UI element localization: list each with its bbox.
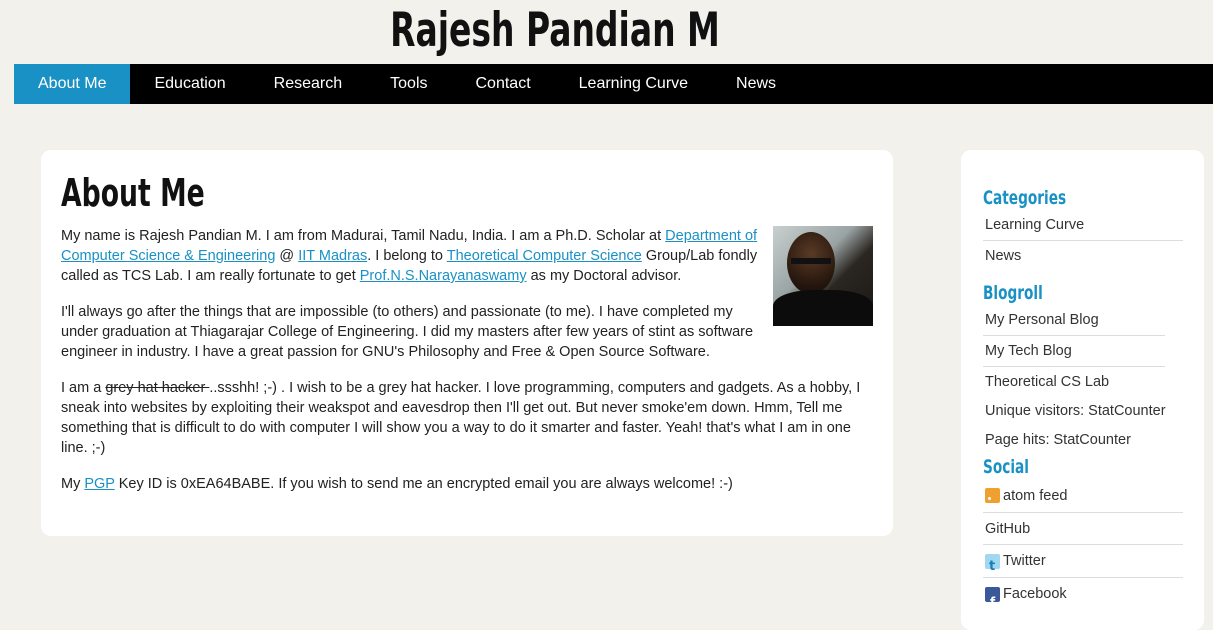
facebook-icon: [985, 586, 1000, 617]
tcs-link[interactable]: Theoretical Computer Science: [447, 248, 642, 264]
pgp-link[interactable]: PGP: [84, 476, 114, 492]
nav-item-tools[interactable]: Tools: [366, 64, 451, 104]
blogroll-personal-blog[interactable]: My Personal Blog: [983, 305, 1165, 336]
atom-feed-label: atom feed: [1003, 487, 1068, 504]
about-content: My name is Rajesh Pandian M. I am from M…: [61, 226, 873, 510]
categories-heading: Categories: [983, 187, 1067, 209]
facebook-label: Facebook: [1003, 586, 1067, 602]
rss-icon: [985, 488, 1000, 503]
iit-madras-link[interactable]: IIT Madras: [298, 248, 367, 264]
site-title[interactable]: Rajesh Pandian M: [122, 2, 988, 60]
blogroll-tech-blog[interactable]: My Tech Blog: [983, 336, 1165, 367]
blogroll-tcs-lab[interactable]: Theoretical CS Lab: [983, 367, 1165, 397]
profile-photo-shirt: [773, 290, 873, 326]
main-navigation: About Me Education Research Tools Contac…: [14, 64, 1213, 104]
social-github[interactable]: GitHub: [983, 513, 1183, 545]
sidebar: Categories Learning Curve News Blogroll …: [961, 150, 1204, 630]
intro-text-1: My name is Rajesh Pandian M. I am from M…: [61, 228, 666, 244]
page-heading: About Me: [61, 171, 205, 215]
intro-text-5: as my Doctoral advisor.: [526, 268, 682, 284]
page-hits[interactable]: Page hits: StatCounter: [983, 425, 1184, 455]
nav-item-contact[interactable]: Contact: [452, 64, 555, 104]
twitter-icon: [985, 552, 1000, 582]
pgp-paragraph: My PGP Key ID is 0xEA64BABE. If you wish…: [61, 474, 873, 494]
intro-text-3: . I belong to: [367, 248, 447, 264]
social-facebook[interactable]: Facebook: [983, 578, 1183, 617]
main-content-card: About Me My name is Rajesh Pandian M. I …: [41, 150, 893, 536]
social-atom-feed[interactable]: atom feed: [983, 479, 1183, 513]
advisor-link[interactable]: Prof.N.S.Narayanaswamy: [360, 268, 527, 284]
passion-paragraph: I'll always go after the things that are…: [61, 304, 754, 360]
social-heading: Social: [983, 456, 1029, 478]
profile-photo: [773, 226, 873, 326]
nav-item-news[interactable]: News: [712, 64, 800, 104]
category-learning-curve[interactable]: Learning Curve: [983, 210, 1183, 241]
twitter-label: Twitter: [1003, 553, 1046, 569]
category-news[interactable]: News: [983, 241, 1183, 271]
blogroll-heading: Blogroll: [983, 282, 1043, 304]
pgp-text-1: My: [61, 476, 85, 492]
pgp-text-2: Key ID is 0xEA64BABE. If you wish to sen…: [114, 476, 733, 492]
hacker-paragraph: I am a grey hat hacker ..ssshh! ;-) . I …: [61, 378, 873, 458]
nav-item-learning-curve[interactable]: Learning Curve: [555, 64, 712, 104]
nav-item-about-me[interactable]: About Me: [14, 64, 131, 104]
struck-text: grey hat hacker: [105, 380, 210, 396]
intro-text-2: @: [275, 248, 299, 264]
intro-paragraph: My name is Rajesh Pandian M. I am from M…: [61, 226, 873, 286]
unique-visitors[interactable]: Unique visitors: StatCounter: [983, 397, 1184, 425]
social-twitter[interactable]: Twitter: [983, 545, 1183, 582]
nav-item-education[interactable]: Education: [130, 64, 249, 104]
hacker-text-1: I am a: [61, 380, 106, 396]
github-label: GitHub: [985, 520, 1031, 537]
nav-item-research[interactable]: Research: [250, 64, 366, 104]
profile-photo-glasses: [791, 258, 831, 264]
